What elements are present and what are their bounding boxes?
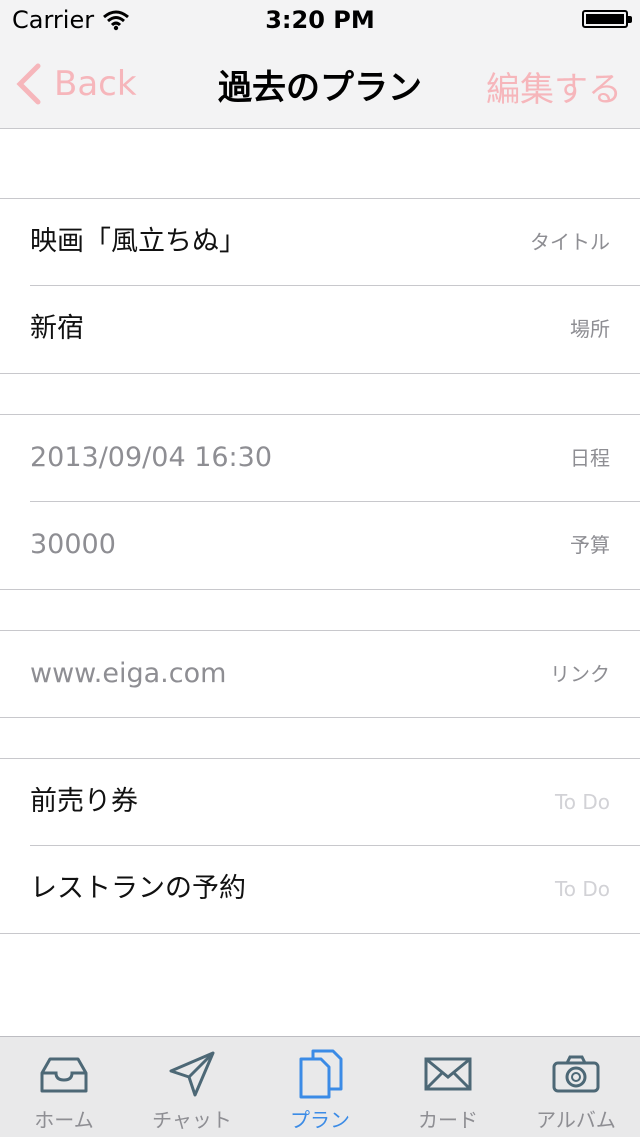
- edit-button[interactable]: 編集する: [486, 62, 622, 111]
- budget-tag: 予算: [570, 533, 610, 557]
- send-icon: [169, 1051, 215, 1097]
- budget-value: 30000: [30, 529, 116, 560]
- tab-label: プラン: [290, 1108, 350, 1132]
- navigation-bar: Back 過去のプラン 編集する: [0, 40, 640, 128]
- tab-home[interactable]: ホーム: [0, 1037, 128, 1137]
- todo-value: 前売り券: [30, 786, 138, 817]
- tab-card[interactable]: カード: [384, 1037, 512, 1137]
- tab-bar: ホーム チャット プラン カード アルバム: [0, 1036, 640, 1137]
- todo-tag: To Do: [554, 877, 610, 901]
- camera-icon: [552, 1055, 600, 1093]
- documents-icon: [299, 1049, 343, 1099]
- top-bar: Carrier 3:20 PM Back 過去のプラン 編集する: [0, 0, 640, 129]
- list-item-title[interactable]: 映画「風立ちぬ」 タイトル: [0, 199, 640, 285]
- tab-album[interactable]: アルバム: [512, 1037, 640, 1137]
- battery-icon: [582, 10, 632, 28]
- separator: [0, 373, 640, 374]
- place-tag: 場所: [570, 317, 610, 341]
- separator: [0, 933, 640, 934]
- place-value: 新宿: [30, 313, 84, 344]
- tab-label: アルバム: [536, 1108, 616, 1132]
- status-time: 3:20 PM: [265, 6, 375, 34]
- list-item-date[interactable]: 2013/09/04 16:30 日程: [0, 415, 640, 501]
- inbox-icon: [40, 1057, 88, 1093]
- todo-tag: To Do: [554, 790, 610, 814]
- envelope-icon: [424, 1057, 472, 1091]
- list-item-todo[interactable]: レストランの予約 To Do: [0, 846, 640, 932]
- tab-label: カード: [418, 1108, 478, 1132]
- tab-label: ホーム: [34, 1108, 94, 1132]
- todo-value: レストランの予約: [30, 873, 246, 904]
- date-value: 2013/09/04 16:30: [30, 442, 273, 473]
- title-value: 映画「風立ちぬ」: [30, 226, 246, 257]
- list-item-link[interactable]: www.eiga.com リンク: [0, 631, 640, 717]
- status-bar: Carrier 3:20 PM: [0, 0, 640, 40]
- tab-plan[interactable]: プラン: [256, 1037, 384, 1137]
- tab-chat[interactable]: チャット: [128, 1037, 256, 1137]
- title-tag: タイトル: [530, 230, 610, 254]
- separator: [0, 717, 640, 718]
- list-item-place[interactable]: 新宿 場所: [0, 286, 640, 372]
- separator: [0, 589, 640, 590]
- date-tag: 日程: [570, 446, 610, 470]
- tab-label: チャット: [152, 1108, 232, 1132]
- list-item-todo[interactable]: 前売り券 To Do: [0, 759, 640, 845]
- link-tag: リンク: [550, 662, 610, 686]
- list-item-budget[interactable]: 30000 予算: [0, 502, 640, 588]
- link-value: www.eiga.com: [30, 658, 227, 689]
